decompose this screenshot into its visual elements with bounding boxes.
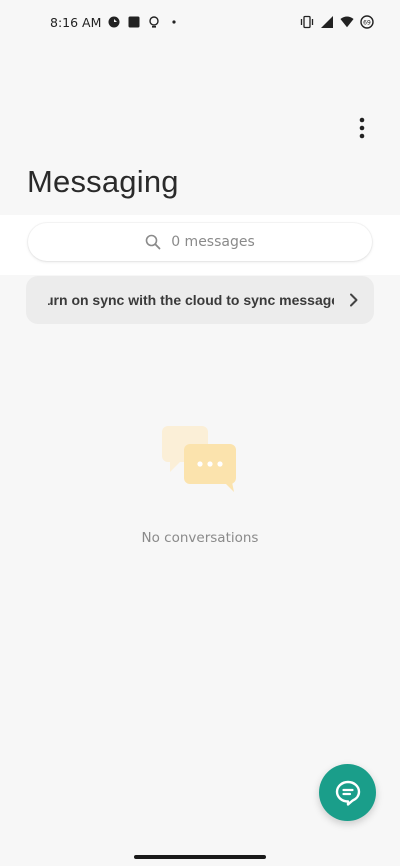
- chat-bubbles-icon: [160, 424, 240, 494]
- status-left: 8:16 AM: [50, 15, 181, 30]
- sync-banner[interactable]: urn on sync with the cloud to sync messa…: [26, 276, 374, 324]
- lightbulb-icon: [147, 15, 161, 29]
- gesture-navigation-handle[interactable]: [134, 855, 266, 859]
- wifi-icon: [340, 15, 354, 29]
- square-notification-icon: [127, 15, 141, 29]
- vibrate-icon: [300, 15, 314, 29]
- new-message-icon: [335, 780, 360, 806]
- status-right: 69: [300, 15, 374, 29]
- more-options-button[interactable]: [350, 114, 374, 142]
- empty-state-text: No conversations: [141, 530, 259, 546]
- search-bar[interactable]: 0 messages: [28, 223, 372, 261]
- sync-banner-arrow[interactable]: [334, 276, 374, 324]
- status-time: 8:16 AM: [50, 14, 102, 30]
- chevron-right-icon: [350, 293, 358, 307]
- search-placeholder: 0 messages: [171, 234, 255, 250]
- battery-icon: 69: [360, 15, 374, 29]
- dot-icon: [167, 15, 181, 29]
- page-title: Messaging: [27, 164, 179, 199]
- battery-level: 69: [363, 19, 371, 26]
- search-icon: [145, 234, 161, 250]
- google-pay-icon: [107, 15, 121, 29]
- more-vert-icon: [359, 117, 365, 139]
- sync-banner-text: urn on sync with the cloud to sync messa…: [48, 292, 334, 308]
- new-message-button[interactable]: [319, 764, 376, 821]
- status-bar: 8:16 AM 69: [0, 0, 400, 44]
- signal-icon: [320, 15, 334, 29]
